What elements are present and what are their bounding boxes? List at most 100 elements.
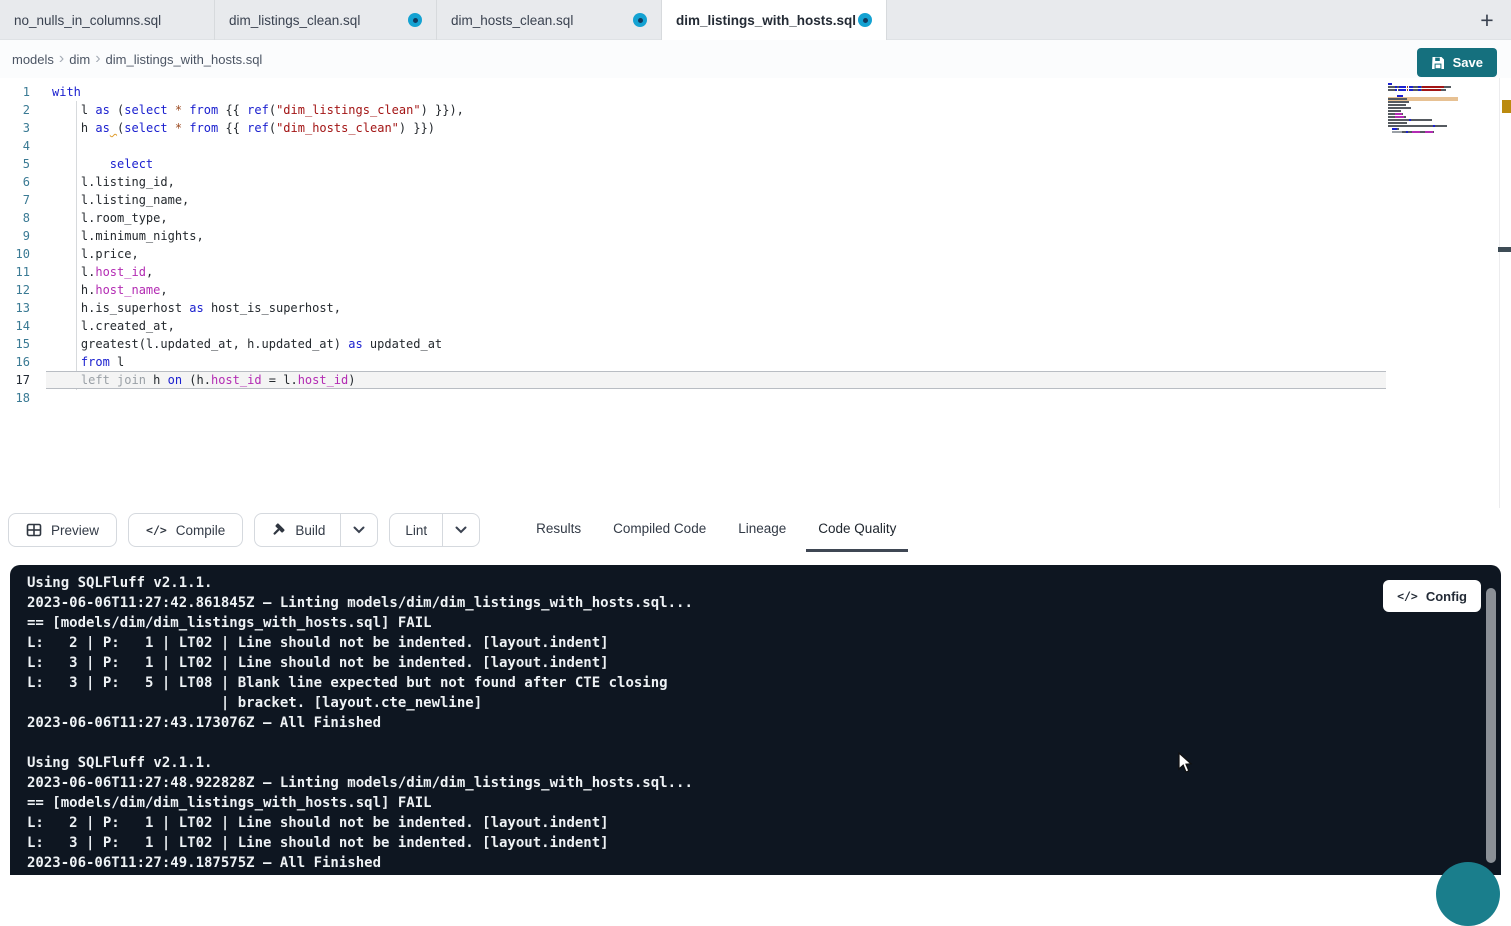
- result-tabs: ResultsCompiled CodeLineageCode Quality: [524, 508, 908, 552]
- code-line[interactable]: 16 from l: [0, 353, 1511, 371]
- minimap[interactable]: [1388, 83, 1458, 137]
- code-text: l.room_type,: [52, 209, 168, 227]
- terminal-line: 2023-06-06T11:27:42.861845Z — Linting mo…: [27, 593, 693, 613]
- code-line[interactable]: 10 l.price,: [0, 245, 1511, 263]
- code-line[interactable]: 2 l as (select * from {{ ref("dim_listin…: [0, 101, 1511, 119]
- line-number: 6: [0, 173, 30, 191]
- code-line[interactable]: 7 l.listing_name,: [0, 191, 1511, 209]
- line-number: 7: [0, 191, 30, 209]
- compile-button[interactable]: </> Compile: [128, 513, 243, 547]
- code-line[interactable]: 4: [0, 137, 1511, 155]
- tab-dim_hosts_clean.sql[interactable]: dim_hosts_clean.sql: [437, 0, 662, 40]
- code-brackets-icon: </>: [1397, 589, 1418, 603]
- line-number: 1: [0, 83, 30, 101]
- breadcrumb-separator-icon: ›: [95, 51, 100, 67]
- terminal-line: L: 2 | P: 1 | LT02 | Line should not be …: [27, 813, 693, 833]
- tab-label: no_nulls_in_columns.sql: [14, 13, 161, 28]
- result-tab-compiled-code[interactable]: Compiled Code: [601, 508, 718, 552]
- code-brackets-icon: </>: [146, 523, 167, 537]
- breadcrumb-item[interactable]: dim: [69, 52, 90, 67]
- save-button[interactable]: Save: [1417, 48, 1497, 77]
- code-text: l as (select * from {{ ref("dim_listings…: [52, 101, 464, 119]
- line-number: 8: [0, 209, 30, 227]
- terminal-line: 2023-06-06T11:27:48.922828Z — Linting mo…: [27, 773, 693, 793]
- line-number: 14: [0, 317, 30, 335]
- code-line[interactable]: 11 l.host_id,: [0, 263, 1511, 281]
- lint-label: Lint: [405, 523, 427, 538]
- tab-label: dim_listings_clean.sql: [229, 13, 360, 28]
- terminal-line: Using SQLFluff v2.1.1.: [27, 753, 693, 773]
- line-number: 11: [0, 263, 30, 281]
- tab-dim_listings_with_hosts.sql[interactable]: dim_listings_with_hosts.sql: [662, 0, 887, 40]
- code-line[interactable]: 14 l.created_at,: [0, 317, 1511, 335]
- line-number: 3: [0, 119, 30, 137]
- terminal-output-panel: Using SQLFluff v2.1.1.2023-06-06T11:27:4…: [10, 565, 1501, 875]
- modified-dot-icon: [858, 13, 872, 27]
- overview-ruler: [1499, 78, 1500, 508]
- terminal-line: 2023-06-06T11:27:49.187575Z — All Finish…: [27, 853, 693, 873]
- preview-button[interactable]: Preview: [8, 513, 117, 547]
- code-line[interactable]: 5 select: [0, 155, 1511, 173]
- result-tab-lineage[interactable]: Lineage: [726, 508, 798, 552]
- mouse-pointer: [1178, 752, 1194, 779]
- help-button[interactable]: [1436, 862, 1500, 926]
- terminal-line: L: 3 | P: 5 | LT08 | Blank line expected…: [27, 673, 693, 693]
- code-line[interactable]: 12 h.host_name,: [0, 281, 1511, 299]
- result-tab-results[interactable]: Results: [524, 508, 593, 552]
- code-line[interactable]: 6 l.listing_id,: [0, 173, 1511, 191]
- breadcrumb-item[interactable]: models: [12, 52, 54, 67]
- line-number: 9: [0, 227, 30, 245]
- modified-dot-icon: [408, 13, 422, 27]
- line-number: 13: [0, 299, 30, 317]
- build-label: Build: [295, 523, 325, 538]
- build-options-button[interactable]: [340, 514, 377, 546]
- terminal-line: L: 2 | P: 1 | LT02 | Line should not be …: [27, 633, 693, 653]
- result-tab-code-quality[interactable]: Code Quality: [806, 508, 908, 552]
- code-text: h as (select * from {{ ref("dim_hosts_cl…: [52, 119, 435, 137]
- terminal-line: L: 3 | P: 1 | LT02 | Line should not be …: [27, 653, 693, 673]
- code-text: l.minimum_nights,: [52, 227, 204, 245]
- compile-label: Compile: [176, 523, 226, 538]
- tab-dim_listings_clean.sql[interactable]: dim_listings_clean.sql: [215, 0, 437, 40]
- code-text: l.created_at,: [52, 317, 175, 335]
- code-line[interactable]: 1with: [0, 83, 1511, 101]
- code-text: select: [52, 155, 153, 173]
- code-line[interactable]: 9 l.minimum_nights,: [0, 227, 1511, 245]
- line-number: 10: [0, 245, 30, 263]
- code-text: l.price,: [52, 245, 139, 263]
- config-label: Config: [1426, 589, 1467, 604]
- code-line[interactable]: 8 l.room_type,: [0, 209, 1511, 227]
- tab-label: dim_hosts_clean.sql: [451, 13, 573, 28]
- terminal-line: == [models/dim/dim_listings_with_hosts.s…: [27, 793, 693, 813]
- hammer-icon: [270, 522, 286, 538]
- code-text: from l: [52, 353, 124, 371]
- lint-split-button: Lint: [389, 513, 480, 547]
- code-line[interactable]: 17 left join h on (h.host_id = l.host_id…: [0, 371, 1511, 389]
- editor-tab-bar: no_nulls_in_columns.sql dim_listings_clea…: [0, 0, 1511, 40]
- overview-ruler-warning-marker: [1502, 100, 1511, 113]
- line-number: 16: [0, 353, 30, 371]
- chevron-down-icon: [455, 526, 467, 534]
- line-number: 2: [0, 101, 30, 119]
- code-line[interactable]: 3 h as (select * from {{ ref("dim_hosts_…: [0, 119, 1511, 137]
- lint-options-button[interactable]: [442, 514, 479, 546]
- terminal-line: [27, 733, 693, 753]
- code-line[interactable]: 18: [0, 389, 1511, 407]
- code-line[interactable]: 15 greatest(l.updated_at, h.updated_at) …: [0, 335, 1511, 353]
- modified-dot-icon: [633, 13, 647, 27]
- overview-ruler-cursor-marker: [1498, 247, 1511, 252]
- tab-no_nulls_in_columns.sql[interactable]: no_nulls_in_columns.sql: [0, 0, 215, 40]
- terminal-scrollbar[interactable]: [1486, 588, 1496, 863]
- terminal-line: == [models/dim/dim_listings_with_hosts.s…: [27, 613, 693, 633]
- code-text: l.listing_id,: [52, 173, 175, 191]
- breadcrumb: models›dim›dim_listings_with_hosts.sql: [0, 40, 1511, 78]
- config-button[interactable]: </> Config: [1383, 580, 1481, 612]
- terminal-line: Using SQLFluff v2.1.1.: [27, 573, 693, 593]
- code-text: h.is_superhost as host_is_superhost,: [52, 299, 341, 317]
- breadcrumb-item[interactable]: dim_listings_with_hosts.sql: [106, 52, 263, 67]
- lint-button[interactable]: Lint: [390, 514, 442, 546]
- build-button[interactable]: Build: [255, 514, 340, 546]
- code-editor[interactable]: 1with2 l as (select * from {{ ref("dim_l…: [0, 78, 1511, 508]
- new-tab-button[interactable]: +: [1471, 4, 1503, 36]
- code-line[interactable]: 13 h.is_superhost as host_is_superhost,: [0, 299, 1511, 317]
